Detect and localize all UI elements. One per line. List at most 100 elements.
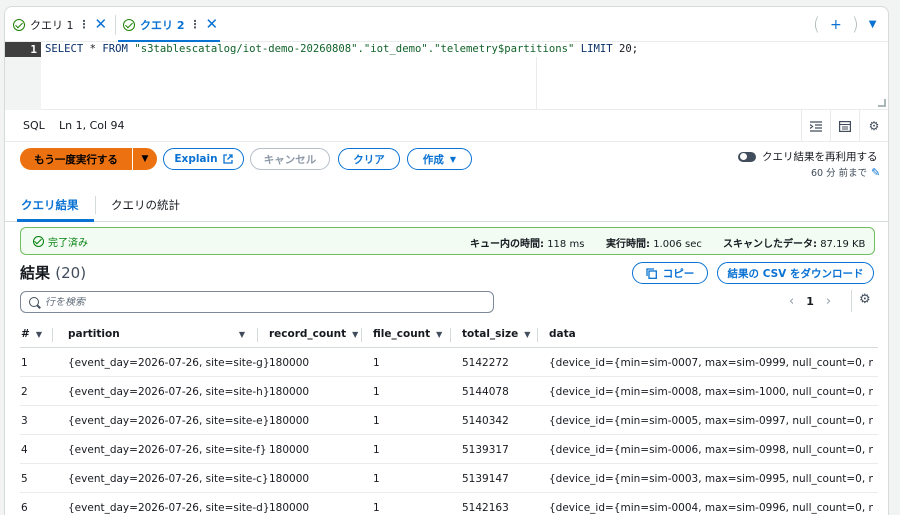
explain-label: Explain [174, 153, 218, 165]
table-body: 1 {event_day=2026-07-26, site=site-g} 1800… [20, 348, 878, 515]
copy-label: コピー [662, 267, 695, 280]
cell-file-count: 1 [373, 356, 380, 369]
close-icon[interactable]: ✕ [95, 17, 108, 32]
run-options-dropdown[interactable]: ▼ [133, 148, 157, 170]
copy-button[interactable]: コピー [632, 262, 708, 284]
data-scanned-value: 87.19 KB [820, 239, 866, 250]
cursor-position: Ln 1, Col 94 [59, 119, 125, 132]
caret-down-icon: ▼ [141, 154, 149, 164]
pencil-icon[interactable]: ✎ [871, 166, 880, 179]
tab-query-results[interactable]: クエリ結果 [21, 187, 79, 222]
editor-gutter [5, 57, 41, 110]
table-row[interactable]: 6 {event_day=2026-07-26, site=site-d} 1800… [20, 493, 878, 515]
download-csv-button[interactable]: 結果の CSV をダウンロード [717, 262, 874, 284]
sql-star: * [83, 43, 103, 55]
cell-partition: {event_day=2026-07-26, site=site-f} [68, 443, 267, 456]
panel-icon[interactable] [830, 110, 859, 142]
clear-button[interactable]: クリア [338, 148, 400, 170]
cell-record-count: 180000 [269, 414, 310, 427]
cell-index: 4 [21, 443, 28, 456]
cell-partition: {event_day=2026-07-26, site=site-c} [68, 472, 269, 485]
table-row[interactable]: 3 {event_day=2026-07-26, site=site-e} 1800… [20, 406, 878, 435]
tab-controls: ( + ) ▼ [813, 14, 877, 35]
check-circle-icon [13, 18, 25, 31]
queue-time-value: 118 ms [547, 239, 585, 250]
row-search-input[interactable] [45, 296, 465, 308]
sql-keyword: LIMIT [580, 43, 613, 55]
create-button[interactable]: 作成 ▼ [407, 148, 472, 170]
cell-index: 2 [21, 385, 28, 398]
sort-caret-icon: ▼ [524, 329, 531, 339]
query-tab-label: クエリ 2 [140, 18, 185, 32]
sort-caret-icon: ▼ [35, 329, 42, 339]
column-header-partition[interactable]: partition ▼ [68, 320, 245, 348]
reuse-duration: 60 分 前まで ✎ [811, 165, 880, 180]
create-label: 作成 [422, 153, 444, 166]
results-title: 結果 [20, 264, 51, 282]
reuse-results-label: クエリ結果を再利用する [762, 151, 878, 163]
sql-keyword: FROM [102, 43, 128, 55]
vertical-dots-icon[interactable]: ⋮ [79, 18, 90, 31]
tab-divider [95, 196, 96, 214]
close-icon[interactable]: ✕ [205, 17, 218, 32]
tab-query-stats[interactable]: クエリの統計 [111, 187, 180, 222]
reuse-results-toggle[interactable] [738, 151, 756, 162]
sql-code-line[interactable]: SELECT * FROM "s3tablescatalog/iot-demo-… [45, 42, 638, 57]
run-time: 実行時間: 1.006 sec [606, 235, 702, 250]
cell-total-size: 5139317 [462, 443, 509, 456]
table-row[interactable]: 2 {event_day=2026-07-26, site=site-h} 1800… [20, 377, 878, 406]
cancel-button[interactable]: キャンセル [250, 148, 330, 170]
query-tab-2[interactable]: クエリ 2 ⋮ ✕ [115, 7, 226, 42]
chevron-right-icon[interactable]: › [826, 294, 831, 309]
reuse-duration-text: 60 分 前まで [811, 168, 868, 179]
cell-total-size: 5142272 [462, 356, 509, 369]
chevron-left-icon[interactable]: ‹ [789, 294, 794, 309]
editor-divider [536, 57, 537, 110]
cell-record-count: 180000 [269, 385, 310, 398]
language-label: SQL [23, 119, 45, 132]
sort-caret-icon: ▼ [238, 329, 245, 339]
check-circle-icon [123, 18, 135, 31]
gear-icon[interactable]: ⚙ [859, 292, 871, 307]
column-header-index[interactable]: # ▼ [21, 320, 42, 348]
vertical-dots-icon[interactable]: ⋮ [189, 18, 200, 31]
column-header-file-count[interactable]: file_count ▼ [373, 320, 442, 348]
cell-data: {device_id={min=sim-0005, max=sim-0997, … [549, 414, 873, 427]
results-count: (20) [55, 264, 87, 282]
table-row[interactable]: 4 {event_day=2026-07-26, site=site-f} 1800… [20, 435, 878, 464]
reuse-results-toggle-row: クエリ結果を再利用する [738, 149, 878, 164]
search-icon [29, 297, 39, 307]
editor-status-bar: SQL Ln 1, Col 94 ⚙ [5, 110, 888, 142]
current-page[interactable]: 1 [806, 295, 814, 308]
cell-partition: {event_day=2026-07-26, site=site-d} [68, 501, 270, 514]
external-link-icon [222, 154, 233, 164]
row-search[interactable] [20, 291, 494, 313]
sort-caret-icon: ▼ [436, 329, 443, 339]
explain-button[interactable]: Explain [163, 148, 244, 170]
query-editor-window: クエリ 1 ⋮ ✕ クエリ 2 ⋮ ✕ ( + ) ▼ 1 SELECT * F… [4, 6, 889, 515]
caret-down-icon[interactable]: ▼ [869, 19, 877, 30]
cell-file-count: 1 [373, 472, 380, 485]
results-heading: 結果 (20) [20, 262, 86, 283]
run-again-button[interactable]: もう一度実行する [20, 148, 132, 170]
results-table: # ▼ partition ▼ record_count ▼ file_count ▼ … [20, 320, 878, 515]
indent-icon[interactable] [801, 110, 830, 142]
column-header-total-size[interactable]: total_size ▼ [462, 320, 530, 348]
plus-icon[interactable]: + [830, 17, 842, 33]
cell-total-size: 5139147 [462, 472, 509, 485]
gear-icon[interactable]: ⚙ [859, 110, 888, 142]
resize-handle-icon[interactable] [878, 99, 886, 107]
cell-index: 6 [21, 501, 28, 514]
run-time-label: 実行時間: [606, 239, 650, 250]
sql-editor[interactable]: 1 SELECT * FROM "s3tablescatalog/iot-dem… [5, 42, 888, 110]
query-tab-1[interactable]: クエリ 1 ⋮ ✕ [5, 7, 115, 42]
column-header-record-count[interactable]: record_count ▼ [269, 320, 358, 348]
table-row[interactable]: 1 {event_day=2026-07-26, site=site-g} 1800… [20, 348, 878, 377]
table-row[interactable]: 5 {event_day=2026-07-26, site=site-c} 1800… [20, 464, 878, 493]
cell-record-count: 180000 [269, 501, 310, 514]
data-scanned-label: スキャンしたデータ: [723, 239, 817, 250]
column-header-data[interactable]: data [549, 320, 576, 348]
sql-limit-value: 20; [612, 43, 639, 55]
editor-tool-icons: ⚙ [801, 110, 888, 142]
table-header: # ▼ partition ▼ record_count ▼ file_count ▼ … [20, 320, 878, 348]
